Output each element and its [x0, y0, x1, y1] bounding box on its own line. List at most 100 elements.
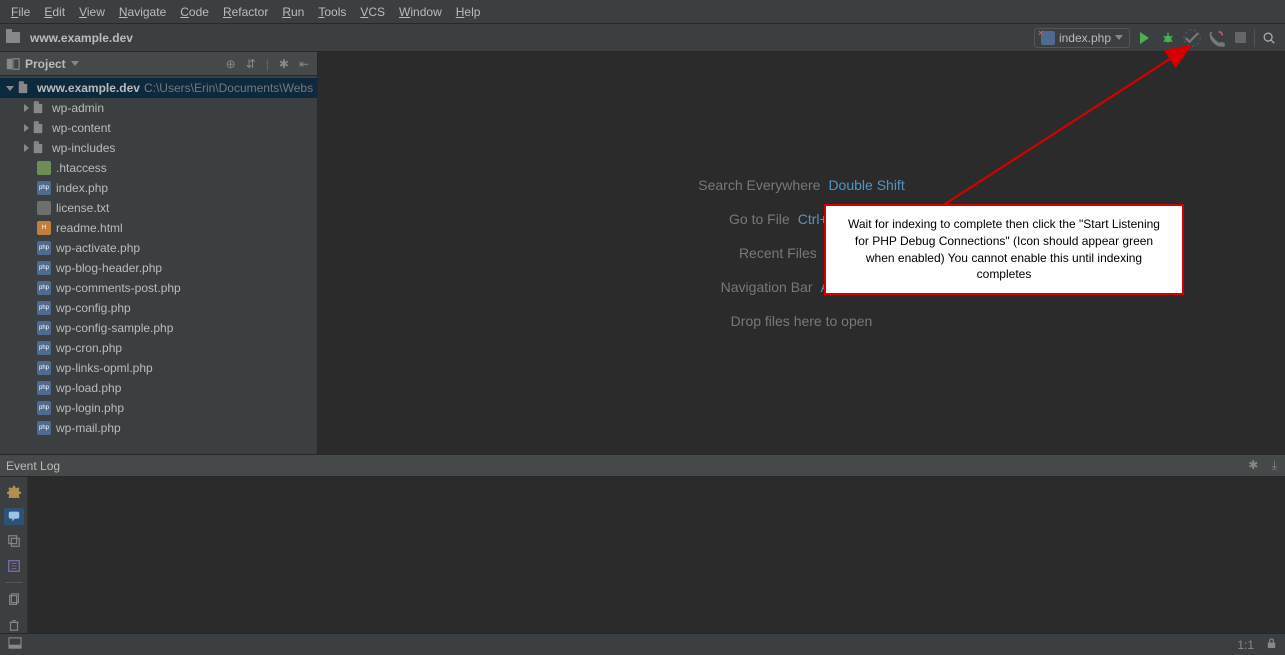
menu-file[interactable]: File: [4, 2, 37, 22]
tree-row[interactable]: .htaccess: [0, 158, 317, 178]
debug-button[interactable]: [1158, 28, 1178, 48]
tree-label: readme.html: [56, 221, 123, 235]
menubar: FileEditViewNavigateCodeRefactorRunTools…: [0, 0, 1285, 24]
tree-row[interactable]: phpwp-config-sample.php: [0, 318, 317, 338]
tree-label: wp-mail.php: [56, 421, 121, 435]
filter-tool[interactable]: [4, 558, 24, 575]
tree-row[interactable]: phpwp-activate.php: [0, 238, 317, 258]
bug-icon: [1161, 31, 1175, 45]
breadcrumb[interactable]: www.example.dev: [30, 31, 133, 45]
event-log-toolbar: [0, 477, 28, 633]
menu-help[interactable]: Help: [449, 2, 488, 22]
event-log-title[interactable]: Event Log: [6, 459, 60, 473]
stop-button[interactable]: [1230, 28, 1250, 48]
tree-label: wp-activate.php: [56, 241, 140, 255]
hint-label: Search Everywhere: [698, 177, 820, 193]
tree-label: .htaccess: [56, 161, 107, 175]
gear-icon[interactable]: ✱: [277, 57, 291, 71]
balloon-tool[interactable]: [4, 508, 24, 525]
tree-row[interactable]: wp-content: [0, 118, 317, 138]
tree-label: wp-admin: [52, 101, 104, 115]
project-panel-header: Project ⊕ ⇵ | ✱ ⇤: [0, 52, 317, 76]
tree-row[interactable]: php wp-cron.php: [0, 338, 317, 358]
tree-row[interactable]: phpwp-load.php: [0, 378, 317, 398]
menu-window[interactable]: Window: [392, 2, 449, 22]
coverage-icon: [1182, 28, 1202, 48]
run-config-selector[interactable]: index.php: [1034, 28, 1130, 48]
annotation-text: Wait for indexing to complete then click…: [848, 217, 1160, 281]
hint-label: Drop files here to open: [731, 313, 873, 329]
tree-expand-arrow[interactable]: [24, 144, 29, 152]
html-file-icon: H: [37, 221, 51, 235]
status-toggle[interactable]: [8, 637, 22, 652]
separator: [1254, 29, 1255, 47]
tree-row[interactable]: php index.php: [0, 178, 317, 198]
htaccess-file-icon: [37, 161, 51, 175]
event-log-content[interactable]: [28, 477, 1285, 633]
folder-icon: [6, 32, 20, 43]
menu-vcs[interactable]: VCS: [353, 2, 392, 22]
search-everywhere-button[interactable]: [1259, 28, 1279, 48]
folder-icon: [34, 123, 43, 132]
run-button[interactable]: [1134, 28, 1154, 48]
mark-read-tool[interactable]: [4, 533, 24, 550]
navbar: www.example.dev index.php: [0, 24, 1285, 52]
tree-row[interactable]: Hreadme.html: [0, 218, 317, 238]
stop-icon: [1235, 32, 1246, 43]
tree-label: wp-config-sample.php: [56, 321, 173, 335]
collapse-all-icon[interactable]: ⇵: [244, 57, 258, 71]
hide-icon[interactable]: ⇤: [297, 57, 311, 71]
tree-row[interactable]: wp-admin: [0, 98, 317, 118]
editor-hint: Search Everywhere Double Shift: [698, 177, 904, 193]
tree-label: index.php: [56, 181, 108, 195]
menu-navigate[interactable]: Navigate: [112, 2, 173, 22]
gear-icon[interactable]: ✱: [1246, 458, 1260, 472]
tree-row[interactable]: license.txt: [0, 198, 317, 218]
tree-row[interactable]: phpwp-mail.php: [0, 418, 317, 438]
tree-row[interactable]: phpwp-blog-header.php: [0, 258, 317, 278]
run-config-label: index.php: [1059, 31, 1111, 45]
folder-icon: [19, 83, 28, 92]
listen-debug-button[interactable]: [1206, 28, 1226, 48]
coverage-button[interactable]: [1182, 28, 1202, 48]
tree-row[interactable]: phpwp-config.php: [0, 298, 317, 318]
tree-label: wp-cron.php: [56, 341, 122, 355]
chevron-down-icon: [1115, 35, 1123, 40]
tree-row[interactable]: www.example.devC:\Users\Erin\Documents\W…: [0, 78, 317, 98]
menu-edit[interactable]: Edit: [37, 2, 72, 22]
hint-label: Navigation Bar: [721, 279, 813, 295]
caret-position[interactable]: 1:1: [1237, 638, 1254, 652]
panel-title[interactable]: Project: [25, 57, 66, 71]
menu-run[interactable]: Run: [275, 2, 311, 22]
hint-label: Go to File: [729, 211, 790, 227]
chevron-down-icon[interactable]: [71, 61, 79, 66]
menu-view[interactable]: View: [72, 2, 112, 22]
project-view-icon: [6, 57, 20, 71]
hint-shortcut: Double Shift: [828, 177, 904, 193]
php-file-icon: php: [37, 301, 51, 315]
tree-label: wp-includes: [52, 141, 115, 155]
menu-refactor[interactable]: Refactor: [216, 2, 275, 22]
trash-tool[interactable]: [4, 616, 24, 633]
settings-tool[interactable]: [4, 483, 24, 500]
php-file-icon: php: [37, 341, 51, 355]
tree-label: wp-content: [52, 121, 111, 135]
tree-row[interactable]: phpwp-comments-post.php: [0, 278, 317, 298]
tree-label: wp-links-opml.php: [56, 361, 153, 375]
tree-expand-arrow[interactable]: [24, 104, 29, 112]
tree-row[interactable]: wp-includes: [0, 138, 317, 158]
copy-tool[interactable]: [4, 591, 24, 608]
menu-tools[interactable]: Tools: [311, 2, 353, 22]
hide-icon[interactable]: ⤓: [1270, 458, 1279, 472]
php-file-icon: php: [37, 401, 51, 415]
tree-expand-arrow[interactable]: [24, 124, 29, 132]
scroll-from-source-icon[interactable]: ⊕: [224, 57, 238, 71]
tree-expand-arrow[interactable]: [6, 86, 14, 91]
menu-code[interactable]: Code: [173, 2, 216, 22]
php-run-icon: [1041, 31, 1055, 45]
project-tree[interactable]: www.example.devC:\Users\Erin\Documents\W…: [0, 76, 317, 454]
tree-row[interactable]: phpwp-links-opml.php: [0, 358, 317, 378]
tree-row[interactable]: phpwp-login.php: [0, 398, 317, 418]
lock-icon[interactable]: [1266, 638, 1277, 652]
php-file-icon: php: [37, 181, 51, 195]
